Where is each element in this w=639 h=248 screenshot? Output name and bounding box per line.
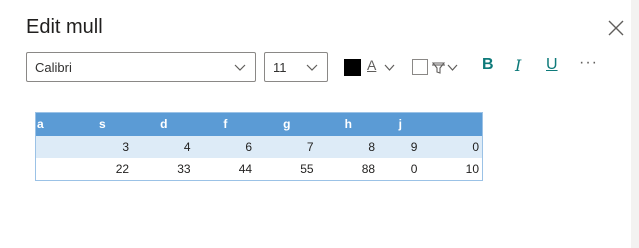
header-cell[interactable]: h (317, 112, 380, 136)
table-cell[interactable]: 44 (194, 158, 257, 180)
chevron-down-icon[interactable] (446, 61, 459, 74)
font-size-dropdown[interactable]: 11 (264, 52, 328, 82)
table-cell[interactable] (35, 158, 72, 180)
table-header-row: a s d f g h j (35, 112, 483, 136)
table-cell[interactable]: 8 (317, 136, 380, 158)
paint-bucket-icon[interactable] (431, 60, 446, 75)
table-cell[interactable]: 7 (256, 136, 318, 158)
table-row: 22 33 44 55 88 0 10 (35, 158, 483, 180)
font-color-swatch[interactable] (344, 59, 361, 76)
table-row: 3 4 6 7 8 9 0 (35, 136, 483, 158)
table-cell[interactable]: 88 (317, 158, 380, 180)
header-cell[interactable]: f (194, 112, 257, 136)
data-table: a s d f g h j 3 4 6 7 8 9 0 22 33 44 55 … (35, 112, 483, 180)
table-cell[interactable]: 33 (133, 158, 195, 180)
dialog-title: Edit mull (26, 16, 103, 38)
formatting-toolbar: Calibri 11 A B I U ··· (26, 52, 606, 84)
table-cell[interactable]: 0 (379, 158, 422, 180)
scrollbar-track (631, 0, 639, 248)
edit-dialog: Edit mull Calibri 11 A B I U ··· a s d f… (0, 0, 639, 248)
font-dropdown[interactable]: Calibri (26, 52, 256, 82)
table-cell[interactable]: 3 (71, 136, 134, 158)
header-cell[interactable]: g (256, 112, 318, 136)
table-cell[interactable]: 6 (194, 136, 257, 158)
fill-color-swatch[interactable] (412, 59, 428, 75)
table-cell[interactable]: 22 (71, 158, 134, 180)
header-cell[interactable]: s (71, 112, 134, 136)
header-cell[interactable]: d (133, 112, 195, 136)
table-cell[interactable]: 9 (379, 136, 422, 158)
close-icon (608, 20, 624, 36)
chevron-down-icon (234, 64, 246, 71)
font-size-value: 11 (273, 60, 287, 75)
table-cell[interactable] (35, 136, 72, 158)
italic-button[interactable]: I (515, 56, 521, 75)
chevron-down-icon[interactable] (383, 61, 396, 74)
underline-button[interactable]: U (546, 56, 558, 74)
header-cell[interactable]: j (379, 112, 422, 136)
font-color-button[interactable]: A (367, 57, 376, 73)
font-value: Calibri (35, 60, 72, 75)
header-cell[interactable] (421, 112, 483, 136)
table-cell[interactable]: 55 (256, 158, 318, 180)
table-cell[interactable]: 0 (421, 136, 483, 158)
close-button[interactable] (602, 14, 630, 42)
bold-button[interactable]: B (482, 56, 494, 74)
header-cell[interactable]: a (35, 112, 72, 136)
table-cell[interactable]: 10 (421, 158, 483, 180)
chevron-down-icon (306, 64, 318, 71)
more-options-button[interactable]: ··· (579, 54, 598, 72)
table-cell[interactable]: 4 (133, 136, 195, 158)
